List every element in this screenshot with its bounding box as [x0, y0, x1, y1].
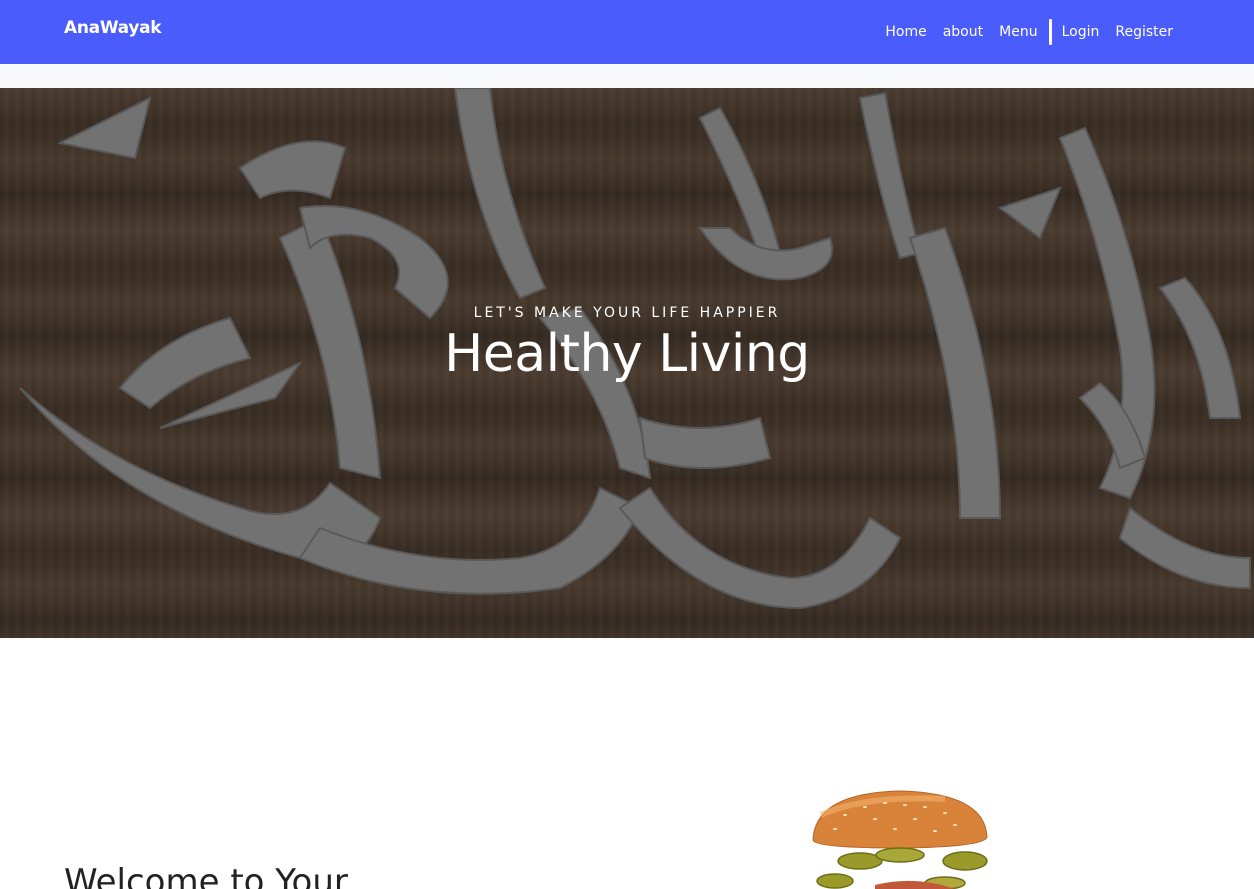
- nav-link-home[interactable]: Home: [885, 24, 926, 40]
- welcome-heading: Welcome to Your: [64, 862, 348, 889]
- navbar-spacer: [0, 64, 1254, 88]
- hero-title: Healthy Living: [444, 324, 810, 384]
- nav-link-about[interactable]: about: [943, 24, 983, 40]
- nav-link-register[interactable]: Register: [1115, 24, 1173, 40]
- nav-divider: [1048, 19, 1052, 45]
- nav-links: Home about Menu Login Register: [885, 0, 1173, 64]
- hero-section: LET'S MAKE YOUR LIFE HAPPIER Healthy Liv…: [0, 88, 1254, 638]
- brand-logo[interactable]: AnaWayak: [64, 18, 162, 38]
- burger-image: [812, 790, 988, 889]
- nav-link-login[interactable]: Login: [1062, 24, 1100, 40]
- nav-link-menu[interactable]: Menu: [999, 24, 1037, 40]
- hero-subtitle: LET'S MAKE YOUR LIFE HAPPIER: [473, 305, 781, 321]
- top-navbar: AnaWayak Home about Menu Login Register: [0, 0, 1254, 64]
